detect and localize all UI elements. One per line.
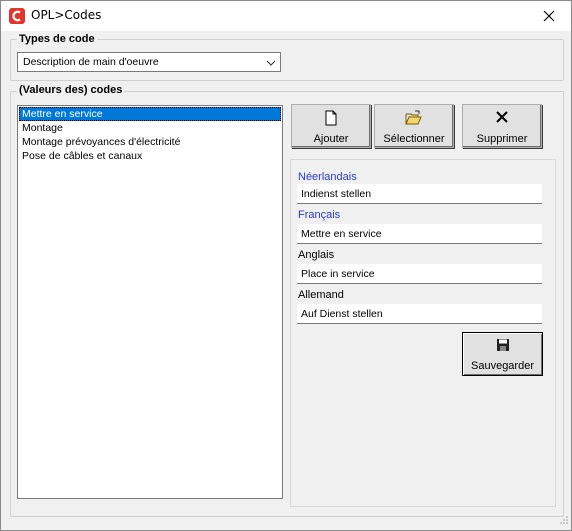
dutch-label: Néerlandais [298,171,357,183]
codes-group-title: (Valeurs des) codes [17,84,125,96]
list-item[interactable]: Pose de câbles et canaux [19,149,281,163]
code-type-selected-value: Description de main d'oeuvre [23,56,159,68]
delete-x-icon [463,110,541,124]
delete-button[interactable]: Supprimer [462,104,542,148]
floppy-disk-icon [463,338,542,352]
french-value: Mettre en service [301,228,382,240]
codes-list[interactable]: Mettre en service Montage Montage prévoy… [17,105,283,499]
french-label: Français [298,209,341,221]
french-field[interactable]: Mettre en service [297,224,542,244]
resize-grip-icon[interactable] [559,515,569,528]
window-title: OPL>Codes [31,8,102,22]
app-logo-icon [9,8,25,24]
select-button-label: Sélectionner [383,133,445,145]
open-folder-icon [375,110,453,126]
save-button[interactable]: Sauvegarder [462,332,543,376]
dutch-field[interactable]: Indienst stellen [297,184,542,204]
code-type-select[interactable]: Description de main d'oeuvre [17,52,281,72]
dutch-value: Indienst stellen [301,188,372,200]
english-value: Place in service [301,268,375,280]
add-button-label: Ajouter [313,133,349,145]
german-value: Auf Dienst stellen [301,308,383,320]
types-group-title: Types de code [17,33,97,45]
title-bar[interactable]: OPL>Codes [1,1,571,31]
german-field[interactable]: Auf Dienst stellen [297,304,542,324]
new-document-icon [292,110,370,126]
delete-button-label: Supprimer [476,133,528,145]
list-item[interactable]: Montage [19,121,281,135]
list-item[interactable]: Montage prévoyances d'électricité [19,135,281,149]
english-label: Anglais [298,249,335,261]
list-item[interactable]: Mettre en service [19,107,281,121]
german-label: Allemand [298,289,344,301]
codes-dialog: OPL>Codes Types de code Description de m… [0,0,572,531]
english-field[interactable]: Place in service [297,264,542,284]
chevron-down-icon [266,58,276,70]
select-button[interactable]: Sélectionner [374,104,454,148]
close-icon [543,10,555,22]
close-button[interactable] [533,4,565,28]
add-button[interactable]: Ajouter [291,104,371,148]
save-button-label: Sauvegarder [471,360,534,372]
